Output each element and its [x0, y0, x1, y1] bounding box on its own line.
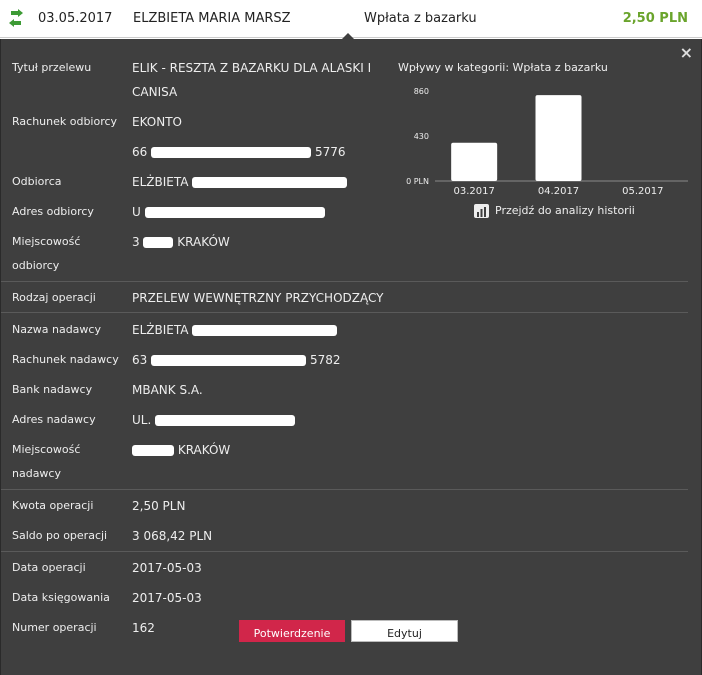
- value-operation-type: PRZELEW WEWNĘTRZNY PRZYCHODZĄCY: [132, 291, 384, 305]
- label-recipient: Odbiorca: [12, 175, 62, 188]
- x-tick-label: 03.2017: [453, 186, 494, 197]
- transaction-counterparty: ELŻBIETA MARIA MARSZ: [133, 11, 291, 26]
- confirm-button[interactable]: Potwierdzenie: [239, 620, 345, 642]
- value-balance-after: 3 068,42 PLN: [132, 529, 213, 543]
- chart-bar[interactable]: [451, 142, 498, 181]
- label-operation-number: Numer operacji: [12, 621, 97, 634]
- label-sender-city-line2: nadawcy: [12, 467, 61, 480]
- divider: [1, 281, 688, 282]
- label-title: Tytuł przelewu: [12, 61, 92, 74]
- divider: [1, 312, 688, 313]
- transaction-category: Wpłata z bazarku: [364, 11, 477, 26]
- transaction-details-panel: × Tytuł przelewu ELIK - RESZTA Z BAZARKU…: [0, 39, 702, 675]
- redaction-mark: [155, 415, 296, 426]
- x-tick-label: 05.2017: [622, 186, 663, 197]
- value-sender-city: KRAKÓW: [132, 435, 230, 465]
- redaction-mark: [151, 355, 307, 366]
- label-sender-account: Rachunek nadawcy: [12, 353, 119, 366]
- bar-chart-icon[interactable]: [474, 204, 489, 218]
- x-tick-label: 04.2017: [538, 186, 579, 197]
- redaction-mark: [132, 445, 174, 456]
- close-icon[interactable]: ×: [680, 43, 693, 62]
- redaction-mark: [192, 325, 338, 336]
- label-recipient-city-line2: odbiorcy: [12, 259, 60, 272]
- y-tick-label: 860: [414, 87, 429, 96]
- value-operation-amount: 2,50 PLN: [132, 499, 186, 513]
- redaction-mark: [151, 147, 312, 158]
- label-recipient-city: Miejscowość: [12, 235, 81, 248]
- history-analysis-link[interactable]: Przejdź do analizy historii: [495, 204, 635, 217]
- label-balance-after: Saldo po operacji: [12, 529, 108, 542]
- value-booking-date: 2017-05-03: [132, 591, 202, 605]
- y-tick-label: 430: [414, 132, 429, 141]
- value-sender-address: UL.: [132, 405, 296, 435]
- value-recipient: ELŻBIETA: [132, 167, 348, 197]
- label-booking-date: Data księgowania: [12, 591, 110, 604]
- label-sender-name: Nazwa nadawcy: [12, 323, 101, 336]
- label-sender-city: Miejscowość: [12, 443, 81, 456]
- transaction-row[interactable]: 03.05.2017 ELŻBIETA MARIA MARSZ Wpłata z…: [0, 0, 702, 39]
- label-sender-bank: Bank nadawcy: [12, 383, 93, 396]
- edit-button[interactable]: Edytuj: [351, 620, 458, 642]
- transaction-amount: 2,50 PLN: [622, 11, 688, 26]
- income-category-chart: 0 PLN 430 860 03.2017 04.2017 05.2017: [406, 87, 688, 197]
- redaction-mark: [144, 207, 325, 218]
- value-recipient-city: 3 KRAKÓW: [132, 235, 230, 249]
- value-sender-bank: MBANK S.A.: [132, 383, 203, 397]
- redaction-mark: [192, 177, 348, 188]
- label-operation-amount: Kwota operacji: [12, 499, 94, 512]
- value-sender-account: 63 5782: [132, 353, 341, 367]
- value-recipient-account-type: EKONTO: [132, 115, 182, 129]
- divider: [1, 489, 688, 490]
- divider: [1, 551, 688, 552]
- label-operation-date: Data operacji: [12, 561, 86, 574]
- chart-bar[interactable]: [535, 95, 582, 181]
- value-recipient-account-number: 66 5776: [132, 145, 346, 159]
- label-sender-address: Adres nadawcy: [12, 413, 96, 426]
- chart-title: Wpływy w kategorii: Wpłata z bazarku: [398, 61, 608, 74]
- label-recipient-address: Adres odbiorcy: [12, 205, 94, 218]
- transfer-arrows-icon: [9, 9, 23, 27]
- label-recipient-account: Rachunek odbiorcy: [12, 115, 118, 128]
- value-operation-number: 162: [132, 621, 155, 635]
- y-tick-label: 0 PLN: [406, 177, 429, 186]
- transaction-date: 03.05.2017: [38, 11, 113, 26]
- value-recipient-address: U: [132, 197, 325, 227]
- label-operation-type: Rodzaj operacji: [12, 291, 96, 304]
- value-title-line2: CANISA: [132, 85, 178, 99]
- redaction-mark: [143, 237, 174, 248]
- value-sender-name: ELŻBIETA: [132, 315, 338, 345]
- value-operation-date: 2017-05-03: [132, 561, 202, 575]
